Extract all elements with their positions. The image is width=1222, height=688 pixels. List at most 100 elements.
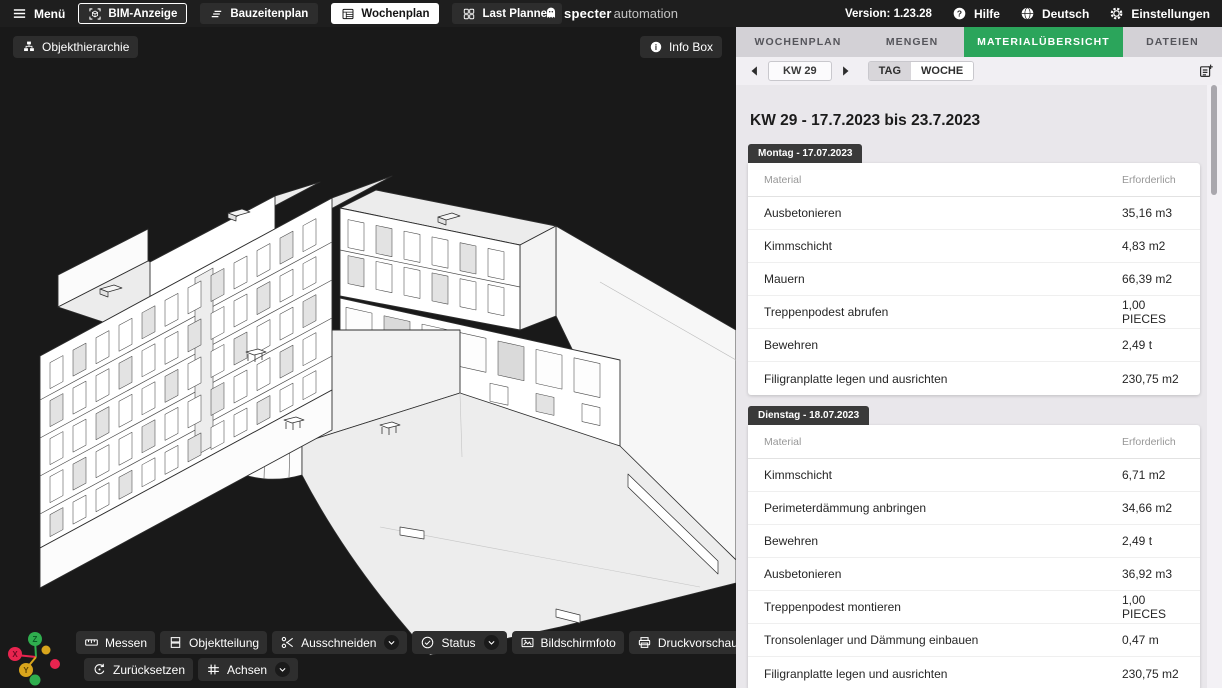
chevron-down-icon[interactable] bbox=[484, 635, 499, 650]
material-qty-cell: 34,66 m2 bbox=[1122, 501, 1192, 515]
week-next-button[interactable] bbox=[838, 63, 854, 79]
brand-bold: specter bbox=[564, 6, 612, 21]
building-model bbox=[0, 27, 736, 688]
nav-label: Bauzeitenplan bbox=[230, 8, 308, 20]
settings-label: Einstellungen bbox=[1131, 7, 1210, 21]
axis-gizmo[interactable]: Z X Y bbox=[4, 602, 66, 688]
day-section: Montag - 17.07.2023 Material Erforderlic… bbox=[748, 143, 1200, 395]
globe-icon bbox=[1020, 6, 1035, 21]
status-button[interactable]: Status bbox=[412, 631, 506, 654]
table-row: Treppenpodest montieren1,00 PIECES bbox=[748, 591, 1200, 624]
help-label: Hilfe bbox=[974, 7, 1000, 21]
material-table: Material Erforderlich Ausbetonieren35,16… bbox=[748, 163, 1200, 395]
app-window: Menü BIM-Anzeige Bauzeitenplan bbox=[0, 0, 1222, 688]
menu-label: Menü bbox=[34, 7, 65, 21]
column-header-material: Material bbox=[764, 436, 1122, 448]
gear-icon bbox=[1109, 6, 1124, 21]
panel-subheader: KW 29 TAG WOCHE bbox=[736, 57, 1222, 85]
table-row: Kimmschicht6,71 m2 bbox=[748, 459, 1200, 492]
chevron-down-icon[interactable] bbox=[275, 662, 290, 677]
object-hierarchy-button[interactable]: Objekthierarchie bbox=[13, 36, 138, 58]
material-name-cell: Ausbetonieren bbox=[764, 567, 1122, 581]
material-name-cell: Bewehren bbox=[764, 338, 1122, 352]
viewport-toolbar: Messen Objektteilung Ausschneiden bbox=[76, 631, 736, 681]
axis-x-label: X bbox=[12, 650, 18, 659]
material-name-cell: Kimmschicht bbox=[764, 468, 1122, 482]
hierarchy-icon bbox=[22, 40, 36, 54]
table-row: Filigranplatte legen und ausrichten230,7… bbox=[748, 362, 1200, 395]
week-table-icon bbox=[341, 7, 355, 21]
printer-icon bbox=[637, 635, 652, 650]
tab-wochenplan[interactable]: WOCHENPLAN bbox=[736, 27, 860, 57]
material-qty-cell: 4,83 m2 bbox=[1122, 239, 1192, 253]
scissors-icon bbox=[280, 635, 295, 650]
table-row: Filigranplatte legen und ausrichten230,7… bbox=[748, 657, 1200, 688]
axis-z-label: Z bbox=[33, 635, 38, 644]
toggle-woche[interactable]: WOCHE bbox=[911, 62, 973, 80]
nav-bim-anzeige[interactable]: BIM-Anzeige bbox=[78, 3, 187, 24]
nav-label: Last Planner bbox=[482, 8, 551, 20]
material-table: Material Erforderlich Kimmschicht6,71 m2… bbox=[748, 425, 1200, 688]
material-name-cell: Perimeterdämmung anbringen bbox=[764, 501, 1122, 515]
table-row: Mauern66,39 m2 bbox=[748, 263, 1200, 296]
week-prev-button[interactable] bbox=[746, 63, 762, 79]
day-section: Dienstag - 18.07.2023 Material Erforderl… bbox=[748, 405, 1200, 688]
bim-cube-icon bbox=[88, 7, 102, 21]
reset-view-button[interactable]: Zurücksetzen bbox=[84, 658, 193, 681]
tab-mengen[interactable]: MENGEN bbox=[860, 27, 964, 57]
panel-content[interactable]: KW 29 - 17.7.2023 bis 23.7.2023 Montag -… bbox=[736, 85, 1222, 688]
cut-button[interactable]: Ausschneiden bbox=[272, 631, 407, 654]
toggle-tag[interactable]: TAG bbox=[869, 62, 911, 80]
help-icon: ? bbox=[952, 6, 967, 21]
add-note-button[interactable] bbox=[1198, 63, 1214, 79]
settings-button[interactable]: Einstellungen bbox=[1109, 6, 1210, 21]
info-box-label: Info Box bbox=[669, 40, 713, 54]
svg-text:i: i bbox=[655, 43, 657, 52]
hamburger-icon bbox=[12, 6, 27, 21]
week-heading: KW 29 - 17.7.2023 bis 23.7.2023 bbox=[750, 112, 1200, 130]
material-name-cell: Mauern bbox=[764, 272, 1122, 286]
check-circle-icon bbox=[420, 635, 435, 650]
axes-button[interactable]: Achsen bbox=[198, 658, 298, 681]
object-hierarchy-label: Objekthierarchie bbox=[42, 40, 129, 54]
chevron-down-icon[interactable] bbox=[384, 635, 399, 650]
table-row: Tronsolenlager und Dämmung einbauen0,47 … bbox=[748, 624, 1200, 657]
table-row: Ausbetonieren35,16 m3 bbox=[748, 197, 1200, 230]
material-qty-cell: 230,75 m2 bbox=[1122, 667, 1192, 681]
nav-wochenplan[interactable]: Wochenplan bbox=[331, 3, 439, 24]
material-qty-cell: 1,00 PIECES bbox=[1122, 593, 1192, 621]
3d-viewport[interactable]: Objekthierarchie i Info Box bbox=[0, 27, 736, 688]
tab-materialübersicht[interactable]: MATERIALÜBERSICHT bbox=[964, 27, 1123, 57]
language-button[interactable]: Deutsch bbox=[1020, 6, 1089, 21]
tab-dateien[interactable]: DATEIEN bbox=[1123, 27, 1222, 57]
column-header-required: Erforderlich bbox=[1122, 174, 1192, 186]
side-panel: WOCHENPLANMENGENMATERIALÜBERSICHTDATEIEN… bbox=[736, 27, 1222, 688]
measure-button[interactable]: Messen bbox=[76, 631, 155, 654]
material-name-cell: Filigranplatte legen und ausrichten bbox=[764, 372, 1122, 386]
nav-label: Wochenplan bbox=[361, 8, 429, 20]
brand-logo: specterautomation bbox=[544, 6, 678, 21]
screenshot-button[interactable]: Bildschirmfoto bbox=[512, 631, 624, 654]
brand-light: automation bbox=[614, 6, 678, 21]
material-qty-cell: 35,16 m3 bbox=[1122, 206, 1192, 220]
split-boxes-icon bbox=[168, 635, 183, 650]
image-icon bbox=[520, 635, 535, 650]
help-button[interactable]: ? Hilfe bbox=[952, 6, 1000, 21]
material-name-cell: Treppenpodest montieren bbox=[764, 600, 1122, 614]
language-label: Deutsch bbox=[1042, 7, 1089, 21]
object-split-button[interactable]: Objektteilung bbox=[160, 631, 267, 654]
menu-button[interactable]: Menü bbox=[12, 6, 65, 21]
gantt-lines-icon bbox=[210, 7, 224, 21]
material-qty-cell: 230,75 m2 bbox=[1122, 372, 1192, 386]
info-box-button[interactable]: i Info Box bbox=[640, 36, 722, 58]
week-selector-button[interactable]: KW 29 bbox=[768, 61, 832, 81]
day-badge: Dienstag - 18.07.2023 bbox=[748, 406, 869, 425]
hash-grid-icon bbox=[206, 662, 221, 677]
print-preview-button[interactable]: Druckvorschau bbox=[629, 631, 736, 654]
table-row: Treppenpodest abrufen1,00 PIECES bbox=[748, 296, 1200, 329]
nav-bauzeitenplan[interactable]: Bauzeitenplan bbox=[200, 3, 318, 24]
scrollbar-thumb[interactable] bbox=[1211, 85, 1217, 195]
material-qty-cell: 66,39 m2 bbox=[1122, 272, 1192, 286]
ghost-logo-icon bbox=[544, 6, 558, 21]
svg-text:?: ? bbox=[957, 8, 962, 18]
